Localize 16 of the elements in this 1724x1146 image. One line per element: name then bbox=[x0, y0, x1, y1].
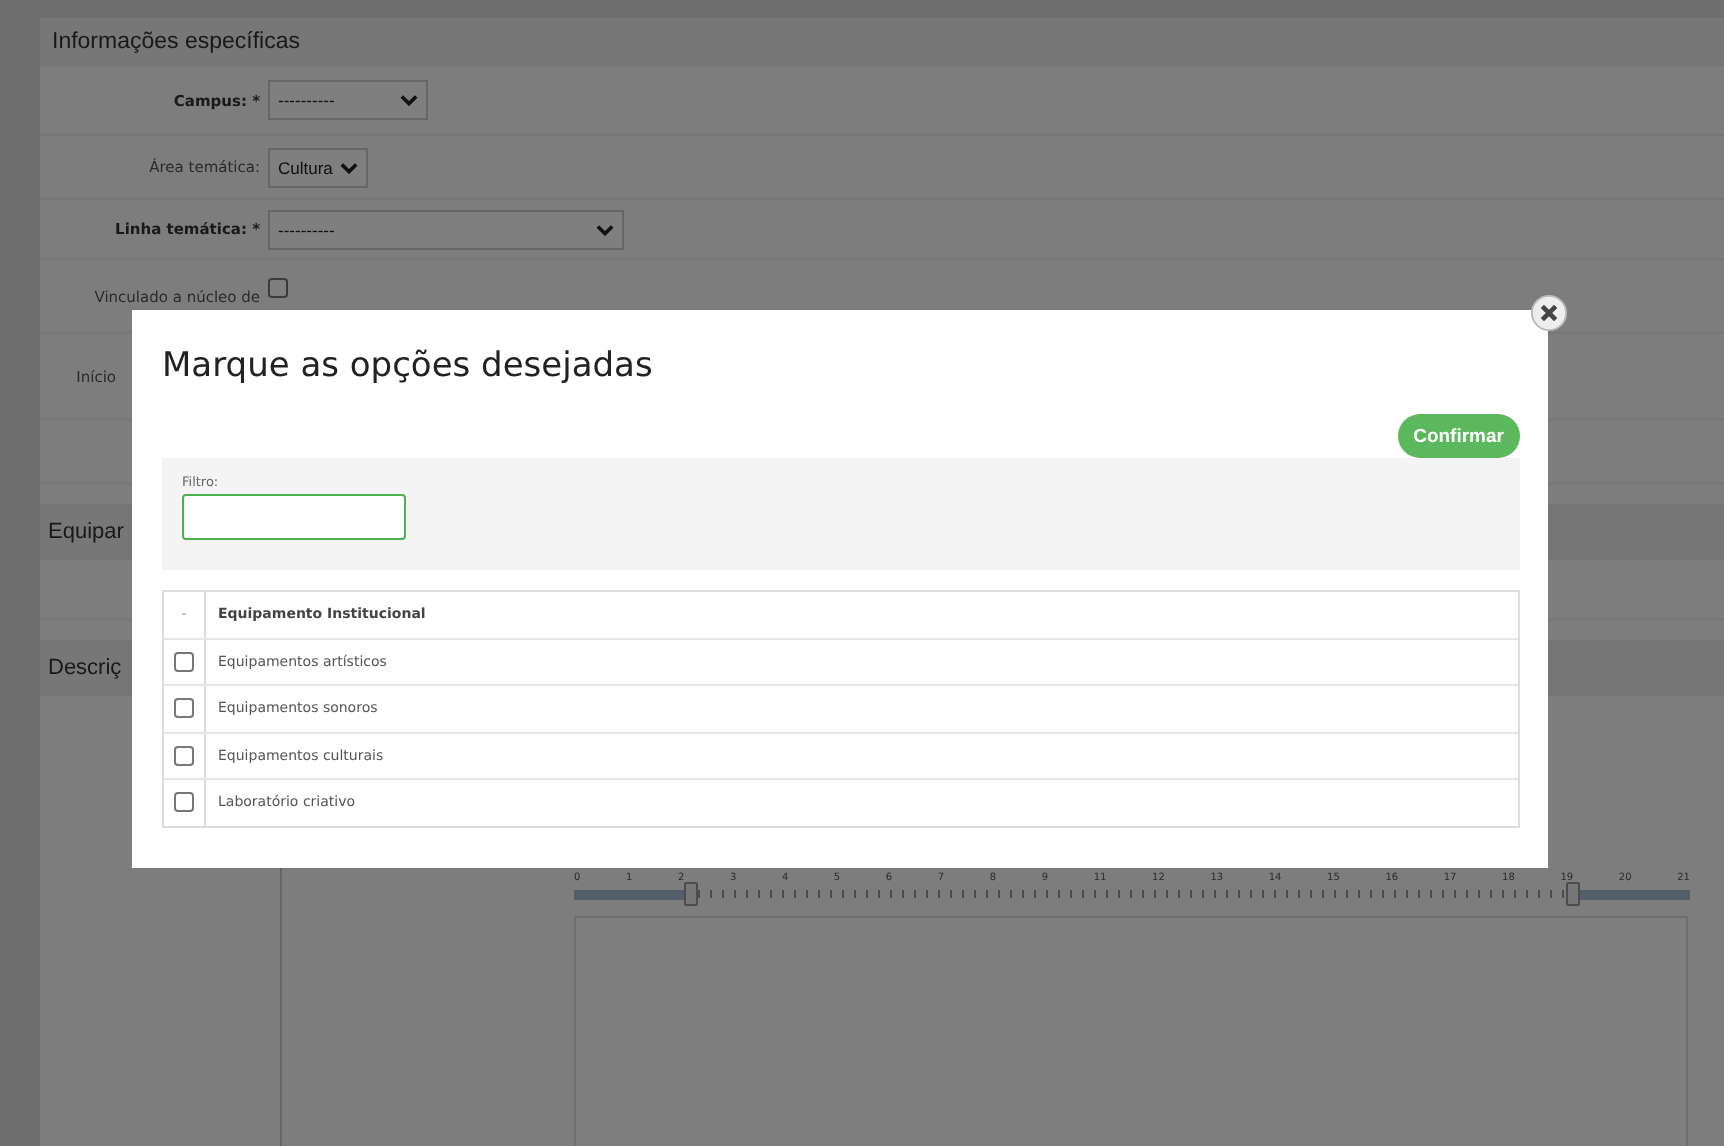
confirm-button[interactable]: Confirmar bbox=[1397, 414, 1520, 458]
section-header: Informações específicas bbox=[40, 18, 1724, 66]
chevron-down-icon bbox=[596, 223, 614, 235]
checkbox[interactable] bbox=[174, 745, 194, 766]
modal-title: Marque as opções desejadas bbox=[162, 346, 655, 390]
chevron-down-icon bbox=[400, 94, 418, 106]
filter-input[interactable] bbox=[182, 494, 406, 540]
select-field[interactable]: Cultura bbox=[268, 147, 369, 187]
chevron-down-icon bbox=[340, 161, 359, 173]
checkbox[interactable] bbox=[174, 651, 194, 672]
checkbox[interactable] bbox=[174, 698, 194, 719]
select-field[interactable]: ---------- bbox=[268, 80, 428, 120]
select-field[interactable]: ---------- bbox=[268, 209, 624, 249]
checkbox[interactable] bbox=[268, 278, 288, 298]
checkbox[interactable] bbox=[174, 792, 194, 813]
close-icon[interactable] bbox=[1530, 294, 1568, 332]
